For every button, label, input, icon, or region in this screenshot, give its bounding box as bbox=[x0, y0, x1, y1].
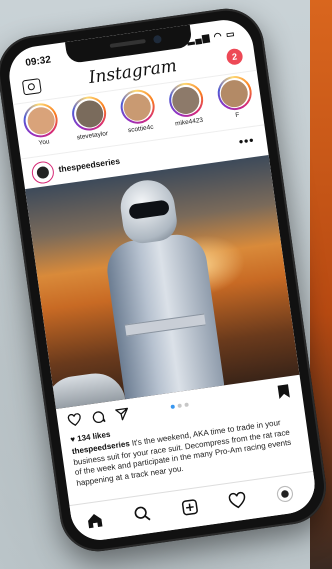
wifi-icon: ◠ bbox=[213, 30, 224, 42]
story-ring bbox=[118, 87, 157, 126]
home-icon[interactable] bbox=[85, 511, 105, 531]
post-image[interactable] bbox=[25, 154, 300, 410]
story-item[interactable]: F bbox=[213, 73, 258, 129]
story-ring bbox=[215, 73, 254, 113]
avatar bbox=[25, 105, 57, 136]
story-username: You bbox=[38, 138, 51, 147]
add-post-icon[interactable] bbox=[180, 497, 200, 517]
post-username[interactable]: thespeedseries bbox=[58, 156, 121, 175]
story-username: mike4423 bbox=[174, 116, 204, 128]
front-camera bbox=[152, 34, 162, 44]
bookmark-icon[interactable] bbox=[277, 383, 291, 400]
avatar bbox=[122, 91, 153, 122]
status-time: 09:32 bbox=[24, 54, 52, 69]
avatar bbox=[170, 84, 202, 116]
battery-icon: ▭ bbox=[225, 28, 237, 40]
story-ring bbox=[70, 94, 109, 133]
story-username: scottie4c bbox=[127, 123, 154, 135]
status-icons: ▂▄▆ ◠ ▭ bbox=[187, 28, 237, 46]
activity-heart-icon[interactable] bbox=[227, 490, 247, 510]
avatar bbox=[219, 77, 250, 109]
story-item[interactable]: scottie4c bbox=[116, 87, 161, 142]
story-ring bbox=[166, 80, 206, 120]
avatar bbox=[74, 98, 105, 129]
story-username: stevetaylor bbox=[76, 130, 109, 142]
speaker-grille bbox=[109, 38, 146, 48]
story-item[interactable]: mike4423 bbox=[164, 80, 209, 135]
story-item[interactable]: You bbox=[19, 101, 64, 156]
heart-icon[interactable] bbox=[67, 413, 83, 428]
carousel-dot bbox=[184, 402, 189, 408]
profile-icon[interactable] bbox=[275, 484, 295, 504]
carousel-dot bbox=[177, 403, 182, 409]
speedseries-logo-icon bbox=[36, 165, 50, 180]
post-avatar[interactable] bbox=[30, 160, 56, 185]
comment-icon[interactable] bbox=[91, 409, 107, 425]
more-options-icon[interactable]: ••• bbox=[238, 133, 255, 149]
story-username: F bbox=[234, 111, 240, 120]
share-icon[interactable] bbox=[114, 406, 130, 422]
search-icon[interactable] bbox=[132, 504, 152, 524]
story-ring bbox=[21, 101, 61, 140]
carousel-indicator bbox=[170, 402, 189, 409]
carousel-dot bbox=[170, 404, 176, 409]
story-item[interactable]: stevetaylor bbox=[68, 94, 113, 149]
